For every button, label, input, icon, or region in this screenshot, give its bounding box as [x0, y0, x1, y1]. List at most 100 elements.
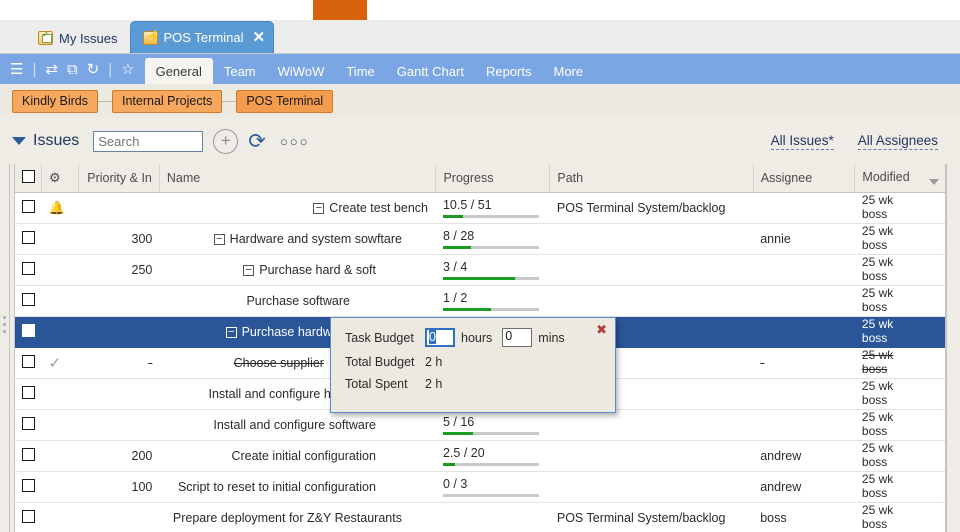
row-select-cell[interactable]: [15, 502, 41, 532]
row-drag-handle[interactable]: [3, 316, 7, 338]
hamburger-menu-icon[interactable]: ☰: [10, 62, 23, 77]
row-checkbox[interactable]: [22, 448, 35, 461]
row-modified-date: 25 wk: [862, 194, 940, 208]
task-budget-hours-input[interactable]: 0: [425, 328, 455, 347]
row-name: Prepare deployment for Z&Y Restaurants: [173, 511, 402, 525]
select-all-checkbox[interactable]: [22, 170, 35, 183]
row-select-cell[interactable]: [15, 223, 41, 254]
row-checkbox[interactable]: [22, 386, 35, 399]
progress-value: 1 / 2: [443, 291, 543, 305]
tab-team[interactable]: Team: [213, 58, 267, 84]
filter-all-issues[interactable]: All Issues*: [771, 133, 834, 150]
tab-more[interactable]: More: [542, 58, 594, 84]
table-row[interactable]: 250−Purchase hard & soft3 / 425 wkboss: [15, 254, 946, 285]
row-name-cell[interactable]: −Hardware and system sowftare: [159, 223, 436, 254]
task-budget-mins-input[interactable]: 0: [502, 328, 532, 347]
close-icon[interactable]: ✖: [596, 323, 607, 336]
row-assignee: annie: [753, 223, 855, 254]
row-modified: 25 wkboss: [855, 316, 946, 347]
refresh-arrows-icon[interactable]: ↻: [87, 62, 100, 77]
progress-track: [443, 215, 539, 218]
row-select-cell[interactable]: [15, 347, 41, 378]
row-name-cell[interactable]: Prepare deployment for Z&Y Restaurants: [159, 502, 436, 532]
breadcrumb-item-internal-projects[interactable]: Internal Projects: [112, 90, 222, 113]
row-select-cell[interactable]: [15, 409, 41, 440]
table-row[interactable]: Purchase software1 / 225 wkboss: [15, 285, 946, 316]
progress-value: 3 / 4: [443, 260, 543, 274]
column-header-name[interactable]: Name: [159, 164, 436, 192]
row-checkbox[interactable]: [22, 262, 35, 275]
tab-time[interactable]: Time: [335, 58, 385, 84]
sort-caret-icon[interactable]: [929, 179, 939, 185]
table-row[interactable]: Install and configure software5 / 1625 w…: [15, 409, 946, 440]
column-header-assignee[interactable]: Assignee: [753, 164, 855, 192]
row-name: Purchase hard & soft: [259, 263, 376, 277]
browser-tab-pos-terminal[interactable]: POS Terminal ✕: [130, 21, 275, 53]
column-header-select-all[interactable]: [15, 164, 41, 192]
row-checkbox[interactable]: [22, 293, 35, 306]
row-select-cell[interactable]: [15, 471, 41, 502]
table-row[interactable]: 200Create initial configuration2.5 / 20a…: [15, 440, 946, 471]
swap-arrows-icon[interactable]: ⇄: [45, 62, 58, 77]
column-header-modified[interactable]: Modified: [855, 164, 946, 192]
row-name: Create initial configuration: [231, 449, 376, 463]
gear-icon[interactable]: ⚙: [49, 170, 61, 185]
row-checkbox[interactable]: [22, 231, 35, 244]
row-checkbox[interactable]: [22, 510, 35, 523]
open-external-icon[interactable]: ⧉: [67, 62, 78, 77]
column-header-path[interactable]: Path: [550, 164, 753, 192]
row-progress: 1 / 2: [436, 285, 550, 316]
tab-reports[interactable]: Reports: [475, 58, 543, 84]
star-icon[interactable]: ☆: [121, 62, 134, 77]
row-name-cell[interactable]: Purchase software: [159, 285, 436, 316]
tab-general[interactable]: General: [145, 58, 213, 84]
row-checkbox[interactable]: [22, 324, 35, 337]
search-input[interactable]: [93, 131, 203, 152]
progress-fill: [443, 277, 515, 280]
row-checkbox[interactable]: [22, 355, 35, 368]
table-row[interactable]: 🔔−Create test bench10.5 / 51POS Terminal…: [15, 192, 946, 223]
collapse-caret-icon[interactable]: [12, 137, 26, 145]
row-name-cell[interactable]: Create initial configuration: [159, 440, 436, 471]
refresh-icon[interactable]: ⟳: [248, 131, 266, 152]
column-header-progress[interactable]: Progress: [436, 164, 550, 192]
column-header-settings[interactable]: ⚙: [41, 164, 78, 192]
tab-wiwow[interactable]: WiWoW: [267, 58, 336, 84]
row-name-cell[interactable]: −Create test bench: [159, 192, 436, 223]
tree-expander-icon[interactable]: −: [243, 265, 254, 276]
row-checkbox[interactable]: [22, 200, 35, 213]
tree-expander-icon[interactable]: −: [226, 327, 237, 338]
row-name-cell[interactable]: Install and configure software: [159, 409, 436, 440]
progress-track: [443, 308, 539, 311]
row-select-cell[interactable]: [15, 440, 41, 471]
row-modified-date: 25 wk: [862, 473, 940, 487]
tree-expander-icon[interactable]: −: [313, 203, 324, 214]
row-name-cell[interactable]: Script to reset to initial configuration: [159, 471, 436, 502]
more-options-icon[interactable]: ○○○: [280, 134, 310, 149]
row-select-cell[interactable]: [15, 254, 41, 285]
tree-expander-icon[interactable]: −: [214, 234, 225, 245]
lightning-bolt-icon: [143, 31, 158, 45]
progress-fill: [443, 432, 473, 435]
row-checkbox[interactable]: [22, 417, 35, 430]
row-select-cell[interactable]: [15, 285, 41, 316]
row-name-cell[interactable]: −Purchase hard & soft: [159, 254, 436, 285]
add-issue-button[interactable]: +: [213, 129, 238, 154]
table-row[interactable]: 300−Hardware and system sowftare8 / 28an…: [15, 223, 946, 254]
breadcrumb-item-pos-terminal[interactable]: POS Terminal: [236, 90, 333, 113]
row-priority: 200: [78, 440, 159, 471]
table-row[interactable]: Prepare deployment for Z&Y RestaurantsPO…: [15, 502, 946, 532]
column-header-priority[interactable]: Priority & In: [78, 164, 159, 192]
browser-tab-my-issues[interactable]: My Issues: [26, 23, 130, 53]
table-header-row: ⚙ Priority & In Name Progress Path Assig…: [15, 164, 946, 192]
row-select-cell[interactable]: [15, 316, 41, 347]
filter-all-assignees[interactable]: All Assignees: [858, 133, 938, 150]
close-icon[interactable]: ✕: [252, 30, 265, 45]
breadcrumb-item-kindly-birds[interactable]: Kindly Birds: [12, 90, 98, 113]
row-select-cell[interactable]: [15, 192, 41, 223]
row-checkbox[interactable]: [22, 479, 35, 492]
row-name: Hardware and system sowftare: [230, 232, 402, 246]
tab-gantt-chart[interactable]: Gantt Chart: [386, 58, 475, 84]
table-row[interactable]: 100Script to reset to initial configurat…: [15, 471, 946, 502]
row-select-cell[interactable]: [15, 378, 41, 409]
